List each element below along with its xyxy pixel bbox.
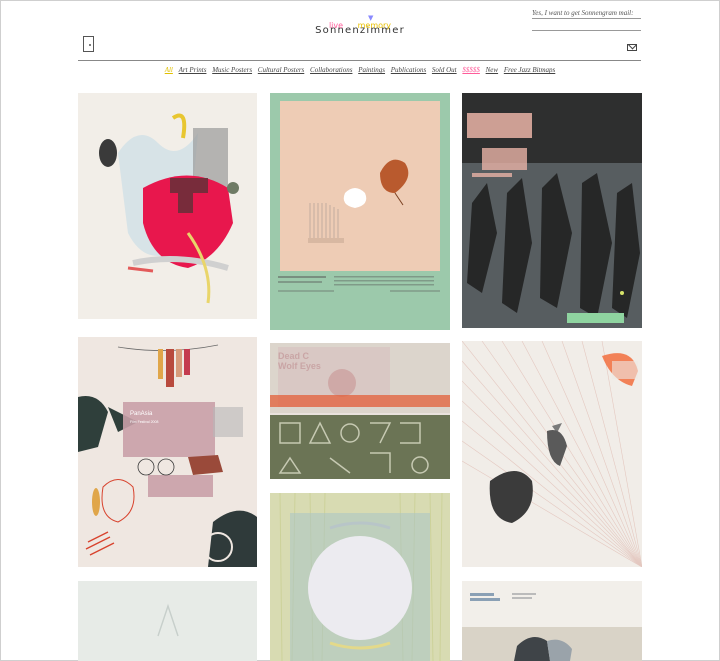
poster-tile[interactable] bbox=[462, 581, 642, 661]
panasia-title: PanAsia bbox=[130, 411, 153, 417]
poster-image bbox=[462, 341, 642, 567]
nav-item-art-prints[interactable]: Art Prints bbox=[179, 66, 207, 74]
nav-item-paintings[interactable]: Paintings bbox=[358, 66, 385, 74]
deadc-subtitle: Wolf Eyes bbox=[278, 361, 321, 371]
poster-tile[interactable] bbox=[270, 93, 450, 330]
live-link[interactable]: live bbox=[329, 21, 343, 30]
poster-image: Dead C Wolf Eyes bbox=[270, 343, 450, 479]
newsletter-label: Yes, I want to get Sonnengram mail: bbox=[532, 9, 641, 19]
poster-image bbox=[270, 93, 450, 330]
nav-item-cultural-posters[interactable]: Cultural Posters bbox=[258, 66, 304, 74]
poster-image bbox=[462, 93, 642, 328]
mail-icon[interactable] bbox=[627, 44, 637, 51]
poster-tile[interactable]: Dead C Wolf Eyes bbox=[270, 343, 450, 479]
newsletter-signup: Yes, I want to get Sonnengram mail: bbox=[532, 9, 641, 31]
poster-tile[interactable] bbox=[270, 493, 450, 661]
poster-image bbox=[78, 581, 257, 661]
header-divider bbox=[78, 60, 641, 61]
poster-tile[interactable] bbox=[462, 93, 642, 328]
poster-image bbox=[78, 93, 257, 319]
nav-item-music-posters[interactable]: Music Posters bbox=[212, 66, 252, 74]
nav-item-all[interactable]: All bbox=[165, 66, 173, 74]
poster-image: PanAsia Film Festival 2008 bbox=[78, 337, 257, 567]
memory-link[interactable]: memory bbox=[358, 21, 391, 30]
nav-item-new[interactable]: New bbox=[486, 66, 498, 74]
nav-item-free-jazz-bitmaps[interactable]: Free Jazz Bitmaps bbox=[504, 66, 555, 74]
deadc-title: Dead C bbox=[278, 351, 310, 361]
door-icon[interactable] bbox=[83, 36, 94, 52]
panasia-subtitle: Film Festival 2008 bbox=[130, 420, 158, 424]
poster-tile[interactable] bbox=[78, 93, 257, 319]
nav-item-sold-out[interactable]: Sold Out bbox=[432, 66, 457, 74]
nav-item-publications[interactable]: Publications bbox=[391, 66, 426, 74]
nav-item-collaborations[interactable]: Collaborations bbox=[310, 66, 352, 74]
newsletter-email-input[interactable] bbox=[532, 30, 641, 31]
poster-image bbox=[270, 493, 450, 661]
poster-tile[interactable]: PanAsia Film Festival 2008 bbox=[78, 337, 257, 567]
category-nav: All Art Prints Music Posters Cultural Po… bbox=[0, 66, 720, 74]
poster-tile[interactable] bbox=[462, 341, 642, 567]
poster-image bbox=[462, 581, 642, 661]
poster-tile[interactable] bbox=[78, 581, 257, 661]
nav-item-money[interactable]: $$$$$ bbox=[462, 66, 480, 74]
